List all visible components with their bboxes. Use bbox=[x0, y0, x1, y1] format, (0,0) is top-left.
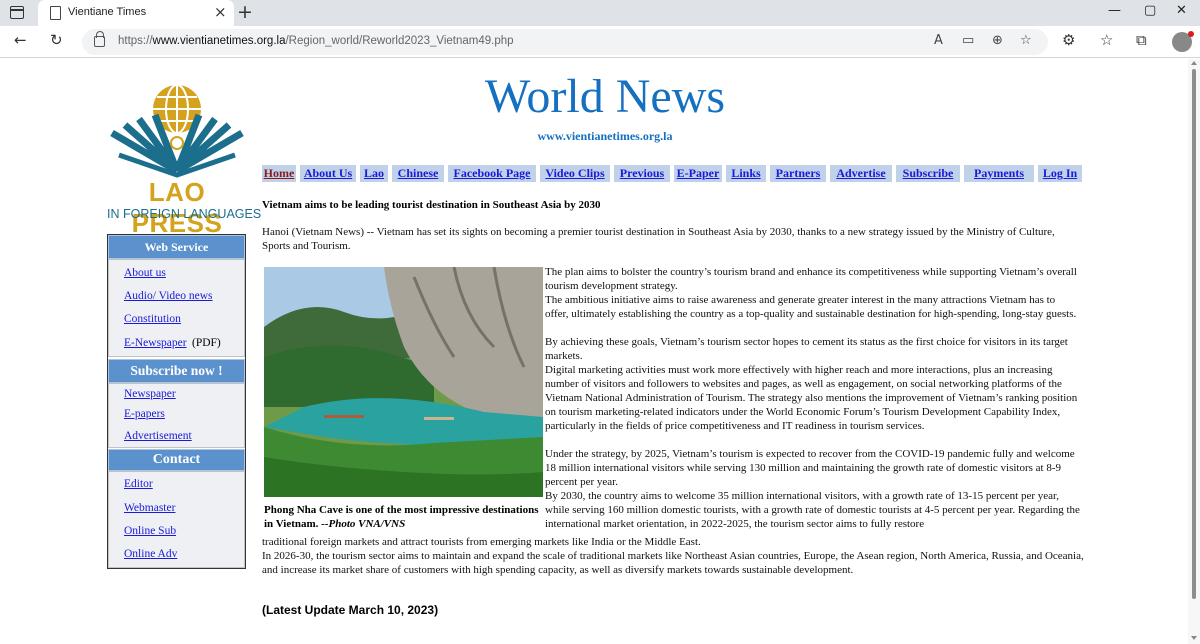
page-icon bbox=[50, 6, 61, 20]
scroll-thumb[interactable] bbox=[1192, 69, 1196, 599]
nav-previous[interactable]: Previous bbox=[614, 165, 670, 182]
article-photo bbox=[264, 267, 543, 497]
last-update-text: (Latest Update March 10, 2023) bbox=[262, 603, 439, 617]
article-paragraph-5: Under the strategy, by 2025, Vietnam’s t… bbox=[545, 448, 1075, 488]
article-paragraph-4: Digital marketing activities must work m… bbox=[545, 364, 1078, 432]
contact-links: Editor Webmaster Online Sub Online Adv bbox=[108, 471, 245, 568]
nav-partners[interactable]: Partners bbox=[770, 165, 826, 182]
minimize-icon[interactable]: — bbox=[1108, 3, 1121, 18]
favorites-icon[interactable]: ☆ bbox=[1100, 31, 1113, 49]
sidebar-link-webmaster[interactable]: Webmaster bbox=[124, 502, 175, 514]
page-scrollbar[interactable] bbox=[1188, 59, 1200, 644]
sidebar-link-constitution[interactable]: Constitution bbox=[124, 313, 181, 325]
nav-facebook-page[interactable]: Facebook Page bbox=[448, 165, 536, 182]
nav-about-us[interactable]: About Us bbox=[300, 165, 356, 182]
nav-video-clips[interactable]: Video Clips bbox=[540, 165, 610, 182]
sidebar-link-editor[interactable]: Editor bbox=[124, 478, 153, 490]
new-tab-icon[interactable]: + bbox=[237, 1, 253, 23]
reader-view-icon[interactable]: ▭ bbox=[962, 33, 974, 48]
subscribe-links: Newspaper E-papers Advertisement bbox=[108, 383, 245, 448]
web-service-links: About us Audio/ Video news Constitution … bbox=[108, 259, 245, 357]
photo-caption: Phong Nha Cave is one of the most impres… bbox=[264, 504, 539, 530]
article-paragraph-7: In 2026-30, the tourism sector aims to m… bbox=[262, 550, 1084, 576]
back-icon[interactable]: ← bbox=[14, 31, 27, 49]
nav-lao[interactable]: Lao bbox=[360, 165, 388, 182]
nav-chinese[interactable]: Chinese bbox=[392, 165, 444, 182]
browser-tab[interactable]: Vientiane Times × bbox=[38, 0, 234, 26]
cave-landscape-image bbox=[264, 267, 543, 497]
web-service-heading: Web Service bbox=[108, 235, 245, 259]
nav-e-paper[interactable]: E-Paper bbox=[674, 165, 722, 182]
subscribe-heading: Subscribe now ! bbox=[108, 359, 245, 383]
sidebar-link-newspaper[interactable]: Newspaper bbox=[124, 388, 176, 400]
close-window-icon[interactable]: ✕ bbox=[1176, 3, 1187, 18]
article-paragraph-1: The plan aims to bolster the country’s t… bbox=[545, 266, 1077, 292]
profile-avatar[interactable] bbox=[1172, 31, 1194, 52]
read-aloud-icon[interactable]: A bbox=[934, 33, 943, 48]
close-tab-icon[interactable]: × bbox=[214, 3, 227, 21]
lao-press-logo: LAO PRESS IN FOREIGN LANGUAGES bbox=[107, 81, 262, 238]
article-paragraph-2: The ambitious initiative aims to raise a… bbox=[545, 294, 1077, 320]
sidebar: Web Service About us Audio/ Video news C… bbox=[107, 234, 246, 569]
address-bar[interactable]: https://www.vientianetimes.org.la/Region… bbox=[82, 29, 1048, 55]
sidebar-link-online-adv[interactable]: Online Adv bbox=[124, 548, 177, 560]
nav-subscribe[interactable]: Subscribe bbox=[896, 165, 960, 182]
tab-title: Vientiane Times bbox=[68, 6, 147, 18]
contact-heading: Contact bbox=[108, 449, 245, 471]
article-headline: Vietnam aims to be leading tourist desti… bbox=[262, 199, 601, 211]
zoom-icon[interactable]: ⊕ bbox=[992, 33, 1003, 48]
nav-log-in[interactable]: Log In bbox=[1038, 165, 1082, 182]
browser-toolbar: ← ↻ https://www.vientianetimes.org.la/Re… bbox=[0, 26, 1200, 58]
scroll-up-icon[interactable] bbox=[1191, 61, 1197, 65]
refresh-icon[interactable]: ↻ bbox=[50, 31, 63, 49]
article-paragraph-6-continued: traditional foreign markets and attract … bbox=[262, 536, 701, 548]
pdf-label: (PDF) bbox=[192, 337, 221, 349]
url-text[interactable]: https://www.vientianetimes.org.la/Region… bbox=[118, 35, 514, 47]
sidebar-link-e-papers[interactable]: E-papers bbox=[124, 408, 165, 420]
nav-advertise[interactable]: Advertise bbox=[830, 165, 892, 182]
article-paragraph-6: By 2030, the country aims to welcome 35 … bbox=[545, 490, 1080, 530]
article-lead: Hanoi (Vietnam News) -- Vietnam has set … bbox=[262, 226, 1055, 252]
tab-actions-icon[interactable] bbox=[10, 6, 24, 19]
nav-payments[interactable]: Payments bbox=[964, 165, 1034, 182]
site-url: www.vientianetimes.org.la bbox=[537, 129, 673, 143]
sidebar-link-advertisement[interactable]: Advertisement bbox=[124, 430, 192, 442]
sidebar-link-audio-video-news[interactable]: Audio/ Video news bbox=[124, 290, 213, 302]
browser-tab-bar: Vientiane Times × + — ▢ ✕ bbox=[0, 0, 1200, 26]
globe-book-logo-icon bbox=[110, 84, 244, 178]
maximize-icon[interactable]: ▢ bbox=[1144, 3, 1156, 18]
sidebar-link-about-us[interactable]: About us bbox=[124, 267, 166, 279]
article-paragraph-3: By achieving these goals, Vietnam’s tour… bbox=[545, 336, 1068, 362]
nav-home[interactable]: Home bbox=[262, 165, 296, 182]
page-title: World News bbox=[484, 70, 726, 123]
collections-icon[interactable]: ⧉ bbox=[1136, 31, 1147, 49]
add-favorite-icon[interactable]: ☆ bbox=[1020, 33, 1032, 48]
lock-icon[interactable] bbox=[94, 31, 105, 47]
nav-links[interactable]: Links bbox=[726, 165, 766, 182]
logo-subtitle: IN FOREIGN LANGUAGES bbox=[107, 207, 262, 221]
extensions-icon[interactable]: ⚙ bbox=[1062, 31, 1075, 49]
scroll-down-icon[interactable] bbox=[1191, 636, 1197, 640]
sidebar-link-e-newspaper[interactable]: E-Newspaper bbox=[124, 337, 187, 349]
web-page: LAO PRESS IN FOREIGN LANGUAGES World New… bbox=[0, 59, 1188, 644]
sidebar-link-online-sub[interactable]: Online Sub bbox=[124, 525, 176, 537]
